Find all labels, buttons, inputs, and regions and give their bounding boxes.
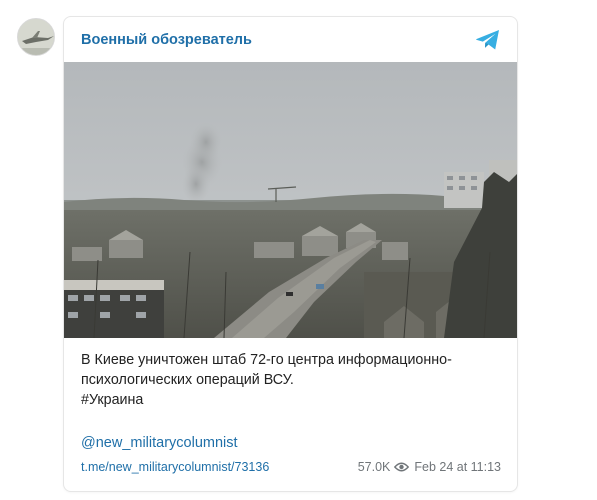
channel-avatar[interactable] bbox=[17, 18, 55, 56]
telegram-logo-icon[interactable] bbox=[475, 29, 501, 51]
post-link[interactable]: t.me/new_militarycolumnist/73136 bbox=[81, 460, 269, 474]
post-card: Военный обозреватель В Киеве уничтожен ш… bbox=[63, 16, 518, 492]
post-caption: В Киеве уничтожен штаб 72-го центра инфо… bbox=[81, 350, 509, 410]
post-header: Военный обозреватель bbox=[64, 17, 517, 63]
caption-line: психологических операций ВСУ. bbox=[81, 372, 294, 388]
post-footer: t.me/new_militarycolumnist/73136 57.0K F… bbox=[81, 460, 501, 478]
city-photo-image bbox=[64, 62, 517, 338]
eye-icon bbox=[394, 462, 410, 472]
post-date: Feb 24 at 11:13 bbox=[414, 460, 501, 474]
channel-name[interactable]: Военный обозреватель bbox=[81, 32, 252, 48]
post-meta: 57.0K Feb 24 at 11:13 bbox=[358, 460, 501, 474]
hashtag[interactable]: #Украина bbox=[81, 390, 509, 410]
view-count: 57.0K bbox=[357, 460, 391, 474]
channel-handle-link[interactable]: @new_militarycolumnist bbox=[81, 435, 238, 451]
post-photo[interactable] bbox=[64, 62, 517, 338]
avatar-image bbox=[18, 19, 54, 55]
caption-line: В Киеве уничтожен штаб 72-го центра инфо… bbox=[81, 352, 452, 368]
